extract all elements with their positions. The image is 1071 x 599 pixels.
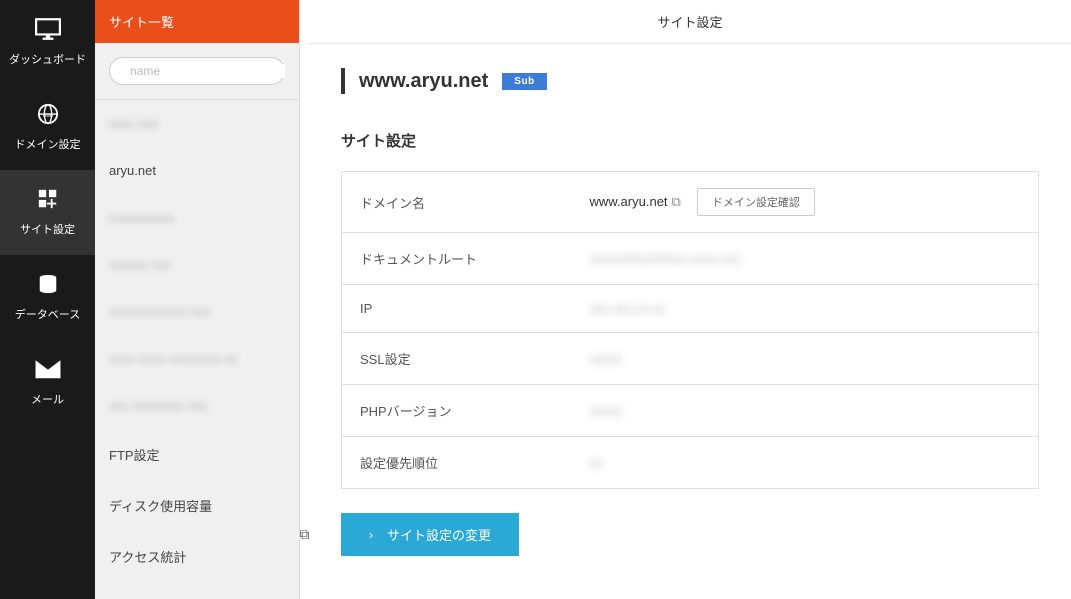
row-label: PHPバージョン xyxy=(342,385,572,437)
title-bar-icon xyxy=(341,68,345,94)
list-item[interactable]: アクセス統計 xyxy=(95,531,299,582)
search-box[interactable] xyxy=(109,57,285,85)
svg-text:www: www xyxy=(43,113,54,118)
page-title-row: www.aryu.net Sub xyxy=(341,68,1039,94)
row-label: SSL設定 xyxy=(342,333,572,385)
list-item[interactable]: xxxx.xxxx.xxxxxxxx.xx xyxy=(95,335,299,382)
list-item[interactable]: FTP設定 xyxy=(95,429,299,480)
search-wrap xyxy=(95,43,299,99)
main-content: サイト設定 www.aryu.net Sub サイト設定 ドメイン名 www.a… xyxy=(309,0,1071,599)
list-item[interactable]: xxxxxxxxxxxx.xxx xyxy=(95,288,299,335)
list-item[interactable]: xxxxxx.xxx xyxy=(95,241,299,288)
list-item[interactable]: xxxx.xxx xyxy=(95,100,299,147)
ssl-value: xxxxx xyxy=(590,351,623,366)
table-row-docroot: ドキュメントルート xxxxxx/xxxx/xxxx.xxxx.xxx xyxy=(342,233,1039,285)
list-item[interactable]: xxxxxxxxxx xyxy=(95,194,299,241)
nav-label: ドメイン設定 xyxy=(15,136,81,152)
sub-badge: Sub xyxy=(502,73,546,90)
table-row-php: PHPバージョン xxxxx xyxy=(342,385,1039,437)
nav-mail[interactable]: メール xyxy=(0,340,95,425)
monitor-icon xyxy=(35,18,61,43)
nav-domain[interactable]: www ドメイン設定 xyxy=(0,85,95,170)
row-label: 設定優先順位 xyxy=(342,437,572,489)
domain-value: www.aryu.net⧉ xyxy=(590,194,681,210)
search-input[interactable] xyxy=(130,64,285,78)
domain-confirm-button[interactable]: ドメイン設定確認 xyxy=(697,188,815,216)
section-heading: サイト設定 xyxy=(341,130,1039,151)
list-item[interactable]: アクセス解析 analog xyxy=(95,582,299,599)
row-label: IP xyxy=(342,285,572,333)
nav-label: メール xyxy=(31,391,64,407)
nav-dashboard[interactable]: ダッシュボード xyxy=(0,0,95,85)
resize-handle[interactable]: ⧉ xyxy=(300,0,309,599)
site-list[interactable]: xxxx.xxx aryu.net xxxxxxxxxx xxxxxx.xxx … xyxy=(95,99,299,599)
list-item[interactable]: xxx.xxxxxxxx.xxx xyxy=(95,382,299,429)
nav-label: ダッシュボード xyxy=(9,51,86,67)
docroot-value: xxxxxx/xxxx/xxxx.xxxx.xxx xyxy=(590,251,741,266)
settings-table: ドメイン名 www.aryu.net⧉ ドメイン設定確認 ドキュメントルート x… xyxy=(341,171,1039,489)
nav-label: サイト設定 xyxy=(20,221,75,237)
priority-value: xx xyxy=(590,455,603,470)
row-label: ドキュメントルート xyxy=(342,233,572,285)
site-list-sidebar: サイト一覧 xxxx.xxx aryu.net xxxxxxxxxx xxxxx… xyxy=(95,0,300,599)
sidebar-title: サイト一覧 xyxy=(95,0,299,43)
nav-label: データベース xyxy=(15,306,80,322)
main-top-title: サイト設定 xyxy=(309,0,1071,44)
button-label: サイト設定の変更 xyxy=(387,525,491,544)
globe-icon: www xyxy=(35,103,61,128)
row-label: ドメイン名 xyxy=(342,172,572,233)
list-item[interactable]: aryu.net xyxy=(95,147,299,194)
mail-icon xyxy=(35,358,61,383)
table-row-ip: IP xxx.xxx.xx.xx xyxy=(342,285,1039,333)
table-row-domain: ドメイン名 www.aryu.net⧉ ドメイン設定確認 xyxy=(342,172,1039,233)
grid-plus-icon xyxy=(35,188,61,213)
page-title: www.aryu.net xyxy=(359,70,488,93)
main-nav: ダッシュボード www ドメイン設定 サイト設定 データベース メール xyxy=(0,0,95,599)
nav-site[interactable]: サイト設定 xyxy=(0,170,95,255)
chevron-right-icon: › xyxy=(369,528,373,542)
table-row-priority: 設定優先順位 xx xyxy=(342,437,1039,489)
change-settings-button[interactable]: › サイト設定の変更 xyxy=(341,513,519,556)
database-icon xyxy=(35,273,61,298)
php-value: xxxxx xyxy=(590,403,623,418)
table-row-ssl: SSL設定 xxxxx xyxy=(342,333,1039,385)
external-link-icon[interactable]: ⧉ xyxy=(672,194,681,210)
ip-value: xxx.xxx.xx.xx xyxy=(590,301,666,316)
list-item[interactable]: ディスク使用容量 xyxy=(95,480,299,531)
nav-database[interactable]: データベース xyxy=(0,255,95,340)
